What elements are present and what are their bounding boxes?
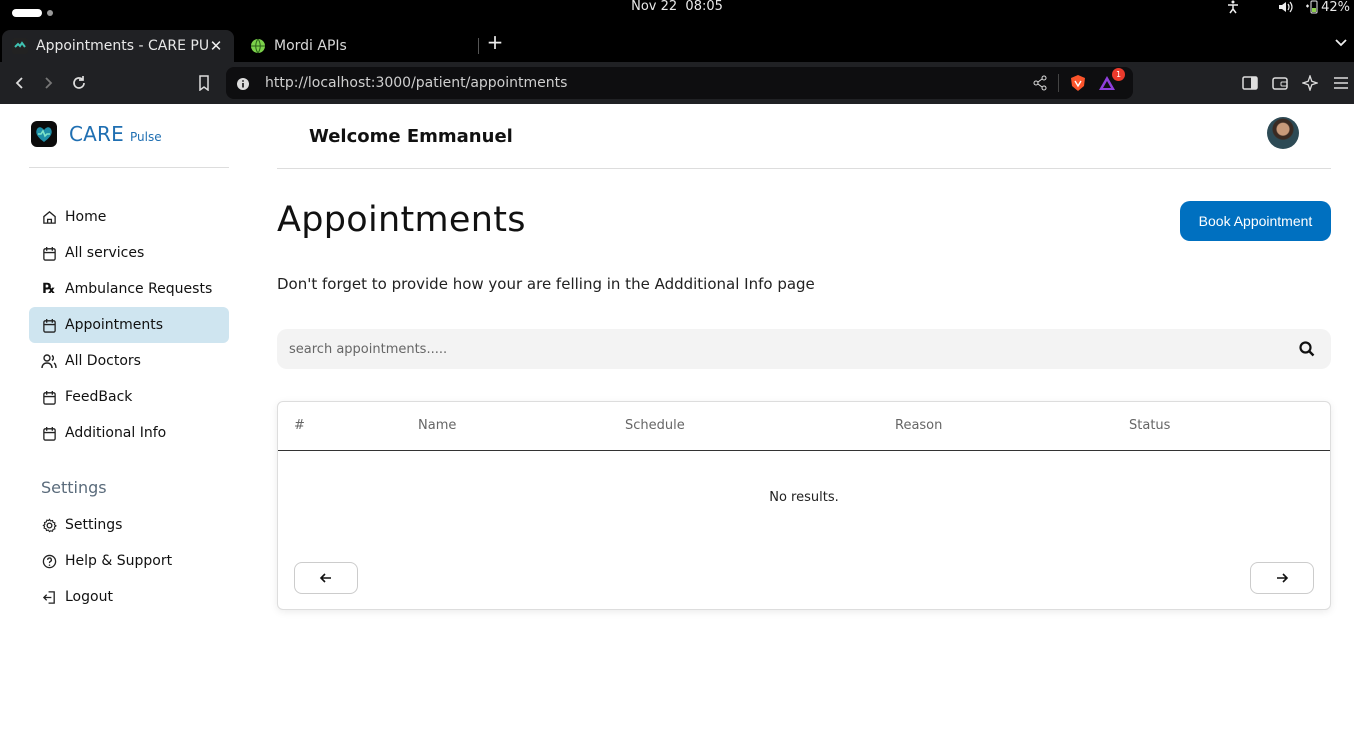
volume-icon xyxy=(1279,1,1293,13)
appointments-table: # Name Schedule Reason Status No results… xyxy=(277,401,1331,610)
app-root: CARE Pulse Home All services ℞ Ambulance… xyxy=(0,104,1354,752)
brave-rewards-button[interactable]: 1 xyxy=(1097,68,1125,92)
column-header-reason[interactable]: Reason xyxy=(895,418,942,433)
sidebar-item-label: Settings xyxy=(65,517,123,533)
main-content: Welcome Emmanuel Appointments Book Appoi… xyxy=(277,104,1331,752)
empty-state: No results. xyxy=(769,490,839,505)
reload-icon[interactable] xyxy=(69,73,89,93)
calendar-icon xyxy=(41,245,57,261)
sidebar-item-ambulance-requests[interactable]: ℞ Ambulance Requests xyxy=(29,271,229,307)
arrow-right-icon xyxy=(1277,573,1289,583)
forward-icon[interactable] xyxy=(38,73,58,93)
sidebar-item-label: All services xyxy=(65,245,145,261)
tab-separator xyxy=(478,38,479,54)
book-appointment-button[interactable]: Book Appointment xyxy=(1180,201,1331,241)
tab-mordi-apis[interactable]: Mordi APIs xyxy=(240,30,476,62)
sidebar-item-label: Ambulance Requests xyxy=(65,281,213,297)
info-subtitle: Don't forget to provide how your are fel… xyxy=(277,275,815,293)
site-info-icon[interactable] xyxy=(236,76,250,90)
gear-icon xyxy=(41,517,57,533)
logout-icon xyxy=(41,589,57,605)
tab-list-chevron-icon[interactable] xyxy=(1334,34,1348,53)
new-tab-button[interactable]: + xyxy=(484,30,506,54)
sidebar-item-label: Help & Support xyxy=(65,553,173,569)
sidebar-item-appointments[interactable]: Appointments xyxy=(29,307,229,343)
sidebar-item-label: Appointments xyxy=(65,317,164,333)
arrow-left-icon xyxy=(319,573,331,583)
care-pulse-logo-icon xyxy=(31,121,57,147)
search-icon[interactable] xyxy=(1299,341,1315,357)
back-icon[interactable] xyxy=(10,73,30,93)
calendar-icon xyxy=(41,389,57,405)
address-bar[interactable]: http://localhost:3000/patient/appointmen… xyxy=(226,67,1133,99)
battery-level: 42% xyxy=(1321,0,1350,15)
column-header-name[interactable]: Name xyxy=(418,418,456,433)
sidebar-item-label: FeedBack xyxy=(65,389,133,405)
home-icon xyxy=(41,209,57,225)
brave-shields-icon[interactable] xyxy=(1069,74,1087,92)
menu-icon[interactable] xyxy=(1331,73,1351,93)
bookmark-icon[interactable] xyxy=(194,73,214,93)
os-top-bar: Nov 22 08:05 42% xyxy=(0,0,1354,26)
url-text: http://localhost:3000/patient/appointmen… xyxy=(265,75,568,91)
wallet-icon[interactable] xyxy=(1270,73,1290,93)
tab-appointments[interactable]: Appointments - CARE PULSE ✕ xyxy=(2,30,234,62)
welcome-heading: Welcome Emmanuel xyxy=(309,126,513,147)
sidebar-item-label: Home xyxy=(65,209,107,225)
sidebar-item-label: Additional Info xyxy=(65,425,167,441)
calendar-icon xyxy=(41,425,57,441)
brand-sub: Pulse xyxy=(129,130,162,144)
users-icon xyxy=(41,353,57,369)
prescription-icon: ℞ xyxy=(42,281,56,297)
help-icon xyxy=(41,553,57,569)
clock-time: 08:05 xyxy=(685,0,723,14)
column-header-schedule[interactable]: Schedule xyxy=(625,418,685,433)
share-icon[interactable] xyxy=(1032,75,1048,91)
sidebar-item-additional-info[interactable]: Additional Info xyxy=(29,415,229,451)
previous-page-button[interactable] xyxy=(294,562,358,594)
sidebar-item-label: All Doctors xyxy=(65,353,141,369)
settings-heading: Settings xyxy=(41,478,107,497)
sidebar-item-all-doctors[interactable]: All Doctors xyxy=(29,343,229,379)
clock-date: Nov 22 xyxy=(631,0,678,14)
brand-divider xyxy=(29,167,229,168)
leo-ai-icon[interactable] xyxy=(1300,73,1320,93)
sidebar-item-all-services[interactable]: All services xyxy=(29,235,229,271)
avatar[interactable] xyxy=(1267,117,1299,149)
column-header-status[interactable]: Status xyxy=(1129,418,1170,433)
tab-title: Appointments - CARE PULSE xyxy=(36,38,208,54)
brand[interactable]: CARE Pulse xyxy=(31,121,162,147)
sidebar-item-feedback[interactable]: FeedBack xyxy=(29,379,229,415)
header-divider xyxy=(277,168,1331,169)
battery-icon xyxy=(1306,0,1318,14)
clock[interactable]: Nov 22 08:05 xyxy=(0,0,1354,14)
sidebar-item-label: Logout xyxy=(65,589,113,605)
rewards-badge: 1 xyxy=(1112,68,1125,81)
sidebar-item-settings[interactable]: Settings xyxy=(29,507,229,543)
omnibox-separator xyxy=(1058,74,1059,92)
sidebar-toggle-icon[interactable] xyxy=(1240,73,1260,93)
sidebar-item-help-support[interactable]: Help & Support xyxy=(29,543,229,579)
next-page-button[interactable] xyxy=(1250,562,1314,594)
browser-toolbar: http://localhost:3000/patient/appointmen… xyxy=(0,62,1354,104)
globe-favicon-icon xyxy=(250,38,266,54)
calendar-icon xyxy=(41,317,57,333)
sidebar-item-logout[interactable]: Logout xyxy=(29,579,229,615)
page-title: Appointments xyxy=(277,200,526,240)
accessibility-icon xyxy=(1228,0,1239,14)
browser-tab-strip: Appointments - CARE PULSE ✕ Mordi APIs xyxy=(0,26,1354,62)
search-bar xyxy=(277,329,1331,369)
brand-name: CARE xyxy=(69,122,124,146)
close-tab-icon[interactable]: ✕ xyxy=(208,37,224,55)
system-tray[interactable]: 42% xyxy=(1226,0,1350,15)
tab-title: Mordi APIs xyxy=(274,38,347,54)
care-pulse-favicon xyxy=(12,38,28,54)
search-input[interactable] xyxy=(277,329,1267,369)
table-header: # Name Schedule Reason Status xyxy=(278,402,1330,451)
sidebar-item-home[interactable]: Home xyxy=(29,199,229,235)
column-header-number[interactable]: # xyxy=(294,418,305,433)
